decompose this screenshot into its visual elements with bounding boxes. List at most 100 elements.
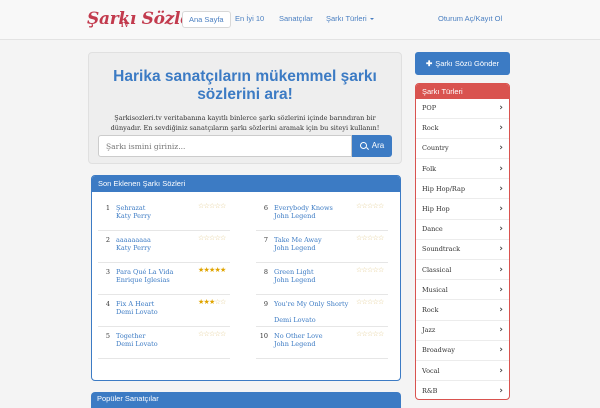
song-artist-link[interactable]: Demi Lovato [116, 308, 158, 316]
song-artist-link[interactable]: John Legend [274, 276, 315, 284]
chevron-right-icon: › [499, 224, 503, 235]
star-icon[interactable]: ☆ [378, 203, 384, 210]
song-item[interactable]: 9 You're My Only Shorty Demi Lovato ☆☆☆☆☆ [256, 296, 388, 327]
song-item[interactable]: 6 Everybody Knows John Legend ☆☆☆☆☆ [256, 200, 388, 231]
genre-item[interactable]: Folk › [416, 160, 509, 180]
nav-genres-dropdown[interactable]: Şarkı Türleri [326, 14, 374, 23]
song-item[interactable]: 5 Together Demi Lovato ☆☆☆☆☆ [98, 328, 230, 359]
genre-item[interactable]: Hip Hop › [416, 200, 509, 220]
song-title-link[interactable]: Take Me Away [274, 236, 354, 244]
rating-stars: ☆☆☆☆☆ [198, 203, 226, 211]
song-title-link[interactable]: Fix A Heart [116, 300, 196, 308]
song-artist-link[interactable]: John Legend [274, 212, 315, 220]
star-icon[interactable]: ☆ [220, 331, 226, 338]
search-button[interactable]: Ara [352, 135, 392, 157]
star-icon[interactable]: ☆ [378, 331, 384, 338]
rating-stars: ☆☆☆☆☆ [356, 203, 384, 211]
nav-top10[interactable]: En İyi 10 [235, 14, 264, 23]
rating-stars: ☆☆☆☆☆ [356, 299, 384, 307]
song-artist-link[interactable]: Enrique Iglesias [116, 276, 170, 284]
song-title-link[interactable]: No Other Love [274, 332, 354, 340]
song-item[interactable]: 3 Para Qué La Vida Enrique Iglesias ★★★★★ [98, 264, 230, 295]
chevron-right-icon: › [499, 204, 503, 214]
song-artist-link[interactable]: John Legend [274, 244, 315, 252]
song-artist-link[interactable]: Katy Perry [116, 244, 151, 252]
song-artist-link[interactable]: Katy Perry [116, 212, 151, 220]
submit-lyrics-button[interactable]: ✚ Şarkı Sözü Gönder [415, 52, 510, 75]
nav-genres-label: Şarkı Türleri [326, 14, 367, 23]
song-item[interactable]: 4 Fix A Heart Demi Lovato ★★★☆☆ [98, 296, 230, 327]
chevron-right-icon: › [499, 264, 503, 275]
genre-item[interactable]: Broadway › [416, 341, 509, 361]
nav-home[interactable]: Ana Sayfa [182, 11, 231, 28]
song-artist-link[interactable]: John Legend [274, 340, 315, 348]
rating-stars: ★★★☆☆ [198, 299, 226, 307]
song-item[interactable]: 10 No Other Love John Legend ☆☆☆☆☆ [256, 328, 388, 359]
star-icon[interactable]: ☆ [378, 235, 384, 242]
star-icon[interactable]: ☆ [378, 299, 384, 306]
genre-item[interactable]: Jazz › [416, 321, 509, 341]
song-title-link[interactable]: aaaaaaaaa [116, 236, 196, 244]
genres-heading: Şarkı Türleri [416, 84, 509, 99]
genre-item[interactable]: Rock › [416, 301, 509, 321]
genre-item[interactable]: Country › [416, 139, 509, 159]
song-item[interactable]: 8 Green Light John Legend ☆☆☆☆☆ [256, 264, 388, 295]
song-artist-link[interactable]: Demi Lovato [274, 316, 316, 324]
star-icon[interactable]: ☆ [220, 235, 226, 242]
nav-artists[interactable]: Sanatçılar [279, 14, 313, 23]
genre-item[interactable]: Dance › [416, 220, 509, 240]
submit-lyrics-label: Şarkı Sözü Gönder [435, 59, 500, 68]
genre-label: Rock [422, 124, 439, 133]
song-title-link[interactable]: You're My Only Shorty [274, 300, 354, 308]
genre-label: Musical [422, 285, 448, 294]
genre-item[interactable]: Classical › [416, 261, 509, 281]
rating-stars: ★★★★★ [198, 267, 226, 275]
chevron-right-icon: › [499, 305, 503, 315]
search-icon [359, 142, 367, 149]
song-item[interactable]: 7 Take Me Away John Legend ☆☆☆☆☆ [256, 232, 388, 263]
genre-item[interactable]: Soundtrack › [416, 240, 509, 260]
song-rank: 10 [259, 332, 268, 340]
chevron-right-icon: › [499, 244, 503, 255]
song-rank: 7 [263, 236, 268, 244]
genre-label: Broadway [422, 346, 455, 355]
hero-title: Harika sanatçıların mükemmel şarkı sözle… [113, 68, 377, 103]
song-title-link[interactable]: Together [116, 332, 196, 340]
genre-item[interactable]: R&B › [416, 382, 509, 399]
song-artist-link[interactable]: Demi Lovato [116, 340, 158, 348]
rating-stars: ☆☆☆☆☆ [356, 331, 384, 339]
genre-item[interactable]: Rock › [416, 119, 509, 139]
genres-panel: Şarkı Türleri POP › Rock › Country › Folk › Hip … [415, 83, 510, 400]
genre-label: R&B [422, 386, 438, 395]
genre-item[interactable]: Hip Hop/Rap › [416, 180, 509, 200]
genre-label: Folk [422, 164, 437, 173]
hero-description: Şarkisozleri.tv veritabanına kayıtlı bin… [110, 114, 380, 132]
song-search-input[interactable] [98, 135, 352, 157]
song-title-link[interactable]: Şehrazat [116, 204, 196, 212]
song-title-link[interactable]: Everybody Knows [274, 204, 354, 212]
genre-label: POP [422, 104, 437, 112]
star-icon[interactable]: ☆ [378, 267, 384, 274]
star-icon[interactable]: ★ [220, 267, 226, 274]
song-rank: 4 [105, 300, 110, 308]
chevron-right-icon: › [499, 103, 503, 113]
song-item[interactable]: 2 aaaaaaaaa Katy Perry ☆☆☆☆☆ [98, 232, 230, 263]
genre-label: Rock [422, 306, 439, 314]
genre-label: Hip Hop [422, 205, 450, 213]
star-icon[interactable]: ☆ [220, 203, 226, 210]
song-title-link[interactable]: Para Qué La Vida [116, 268, 196, 276]
genre-label: Jazz [422, 326, 436, 335]
song-rank: 5 [105, 332, 110, 340]
genre-item[interactable]: Musical › [416, 281, 509, 301]
chevron-right-icon: › [499, 365, 503, 376]
genre-item[interactable]: POP › [416, 99, 509, 119]
song-title-link[interactable]: Green Light [274, 268, 354, 276]
nav-login[interactable]: Oturum Aç/Kayıt Ol [438, 14, 502, 23]
plus-icon: ✚ [425, 59, 433, 68]
genre-item[interactable]: Vocal › [416, 362, 509, 382]
chevron-right-icon: › [499, 385, 503, 396]
search-hero: Harika sanatçıların mükemmel şarkı sözle… [88, 52, 402, 164]
rating-stars: ☆☆☆☆☆ [356, 235, 384, 243]
song-item[interactable]: 1 Şehrazat Katy Perry ☆☆☆☆☆ [98, 200, 230, 231]
star-icon[interactable]: ☆ [220, 299, 226, 306]
